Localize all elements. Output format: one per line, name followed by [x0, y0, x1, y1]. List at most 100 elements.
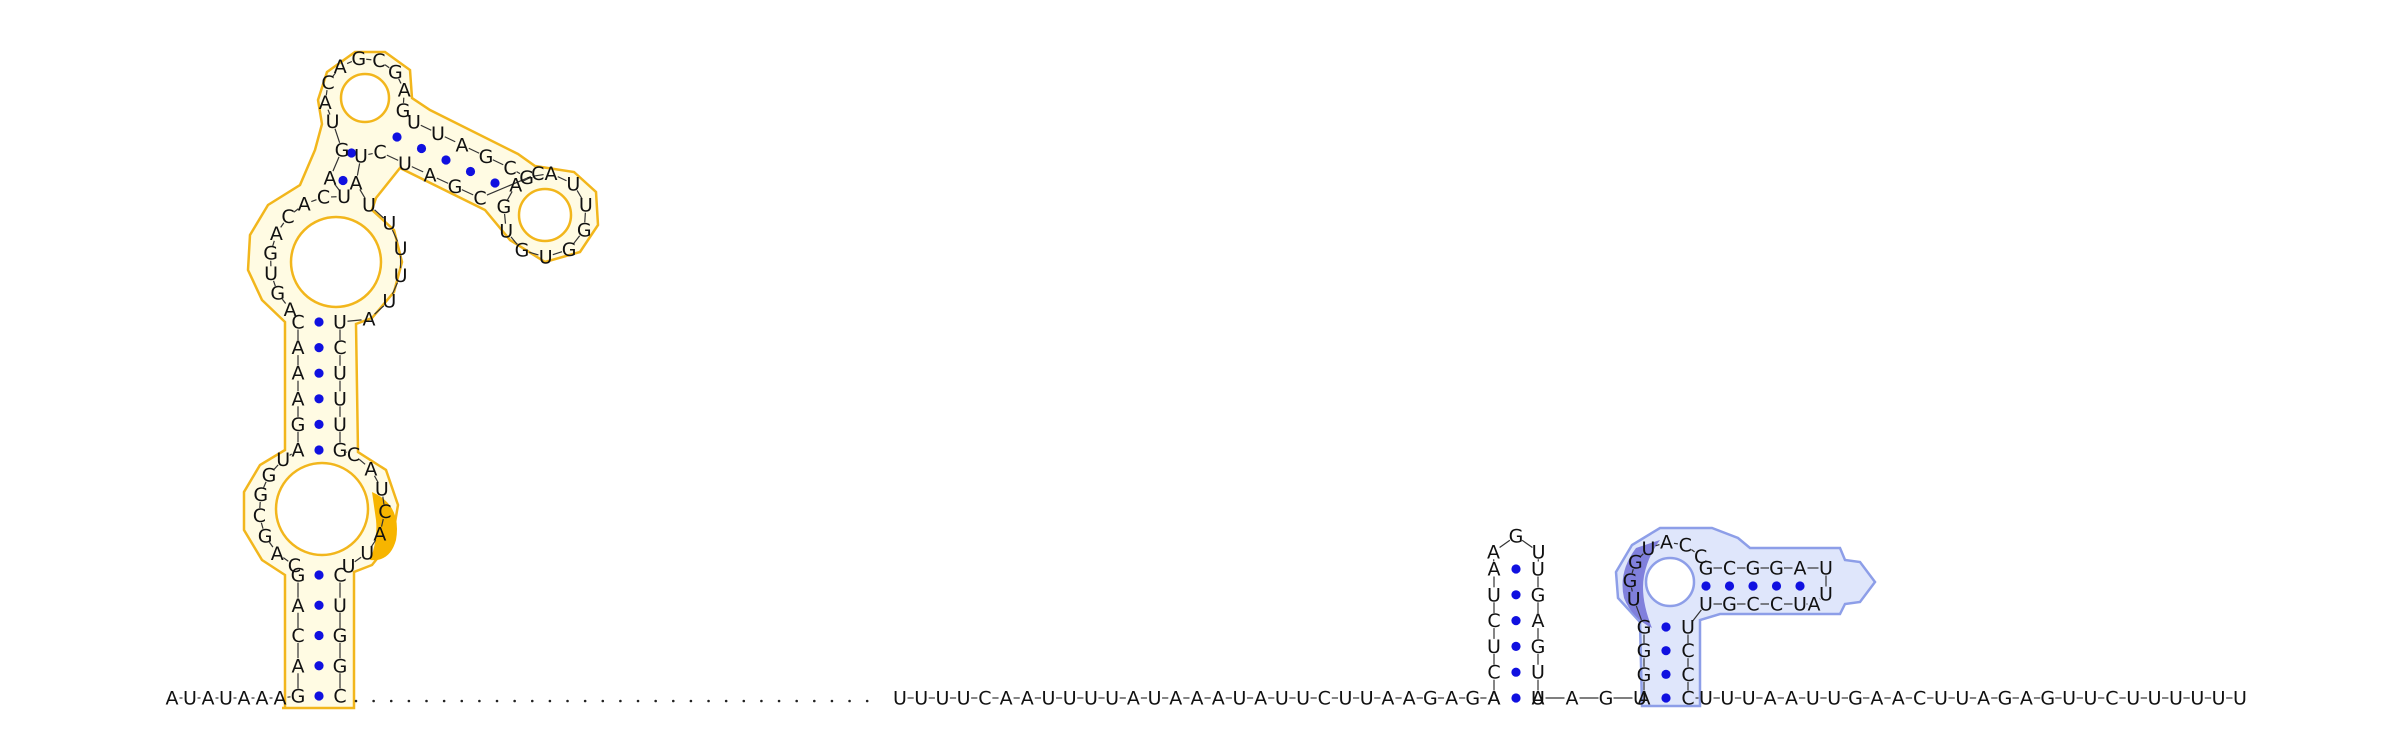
orange-domain-nucleotide: A	[292, 440, 305, 462]
blue-domain-nucleotide: U	[1720, 688, 1734, 710]
unpaired-connector-unpaired-dot	[583, 699, 587, 703]
unpaired-connector-unpaired-dot	[530, 699, 534, 703]
middle-region-nucleotide: A	[1532, 610, 1545, 632]
middle-region-nucleotide: A	[1487, 541, 1500, 563]
orange-domain-nucleotide: U	[333, 363, 347, 385]
blue-domain-nucleotide: A	[1660, 532, 1673, 554]
helix4-base-pair	[416, 143, 427, 154]
orange-domain-nucleotide: U	[382, 290, 396, 312]
blue-domain-nucleotide: U	[1681, 617, 1695, 639]
blue-domain-nucleotide: C	[1681, 688, 1694, 710]
orange-domain-nucleotide: U	[333, 388, 347, 410]
helix3-base-pair	[338, 175, 348, 186]
orange-domain-nucleotide: U	[264, 263, 278, 285]
middle-region-nucleotide: A	[1021, 688, 1034, 710]
orange-domain-nucleotide: A	[292, 655, 305, 677]
helix4-base-pair	[465, 166, 476, 177]
orange-domain-nucleotide: C	[288, 555, 301, 577]
helix1-base-pair	[314, 691, 324, 701]
helix4-base-pair	[441, 155, 451, 165]
middle-region-nucleotide: U	[1360, 688, 1374, 710]
middle-region-nucleotide: U	[1339, 688, 1353, 710]
blue-domain-nucleotide: U	[1827, 688, 1841, 710]
middle-region-nucleotide: U	[1105, 688, 1119, 710]
orange-domain-nucleotide: A	[319, 92, 332, 114]
orange-domain-nucleotide: U	[431, 123, 445, 145]
middle-region-nucleotide: A	[1381, 688, 1394, 710]
blue-domain-nucleotide: C	[1723, 558, 1736, 580]
orange-domain-nucleotide: G	[577, 219, 592, 241]
middle-region-nucleotide: G	[1465, 688, 1480, 710]
blue-domain-nucleotide: C	[1681, 640, 1694, 662]
unpaired-connector-unpaired-dot	[707, 699, 710, 703]
blue-domain-nucleotide: G	[1699, 558, 1714, 580]
orange-domain-nucleotide: C	[473, 188, 486, 210]
middle-region-nucleotide: U	[1042, 688, 1056, 710]
blue-domain-nucleotide: U	[1742, 688, 1756, 710]
orange-domain-nucleotide: U	[499, 221, 513, 243]
unpaired-connector-unpaired-dot	[795, 699, 798, 703]
orange-domain-nucleotide: A	[292, 363, 305, 385]
unpaired-connector-unpaired-dot	[689, 699, 693, 703]
orange-domain-nucleotide: C	[281, 206, 294, 228]
middle-region-nucleotide: U	[1487, 584, 1501, 606]
orange-domain-nucleotide: C	[321, 72, 334, 94]
orange-domain-nucleotide: G	[263, 243, 278, 265]
orange-domain-nucleotide: C	[372, 50, 385, 72]
pk-helix-base-pair	[1748, 581, 1758, 591]
orange-domain-nucleotide: A	[292, 595, 305, 617]
unpaired-connector-unpaired-dot	[460, 699, 464, 703]
helix1-base-pair	[314, 661, 324, 671]
blue-domain-backbone-link	[1673, 542, 1678, 545]
middle-region-nucleotide: U	[935, 688, 949, 710]
unpaired-connector-unpaired-dot	[442, 699, 446, 703]
orange-domain-nucleotide: U	[333, 312, 347, 334]
orange-domain-nucleotide: G	[253, 484, 268, 506]
middle-region-nucleotide: A	[1169, 688, 1182, 710]
blue-domain-nucleotide: U	[2084, 688, 2098, 710]
middle-region-nucleotide: U	[1275, 688, 1289, 710]
unpaired-connector-unpaired-dot	[566, 699, 569, 703]
orange-domain-nucleotide: A	[256, 688, 269, 710]
middle-region-nucleotide: G	[1599, 688, 1614, 710]
orange-loop-hole	[339, 72, 391, 124]
orange-domain-nucleotide: C	[531, 163, 544, 185]
orange-domain-nucleotide: G	[333, 440, 348, 462]
blue-domain-nucleotide: A	[1638, 688, 1651, 710]
middle-region-nucleotide: A	[1403, 688, 1416, 710]
unpaired-connector-unpaired-dot	[548, 699, 552, 703]
pk-helix-base-pair	[1724, 581, 1735, 591]
orange-domain-nucleotide: A	[274, 688, 287, 710]
orange-loop-hole	[289, 215, 383, 309]
orange-domain-nucleotide: C	[253, 505, 266, 527]
blue-domain-nucleotide: U	[1955, 688, 1969, 710]
orange-domain-nucleotide: G	[448, 176, 463, 198]
helix4-base-pair	[392, 132, 402, 142]
orange-domain-nucleotide: U	[333, 414, 347, 436]
orange-domain-nucleotide: U	[276, 449, 290, 471]
helix2-base-pair	[314, 343, 324, 353]
middle-region-nucleotide: G	[1531, 584, 1546, 606]
middle-region-nucleotide: A	[1127, 688, 1140, 710]
middle-region-nucleotide: C	[1487, 610, 1500, 632]
blue-domain-nucleotide: U	[2148, 688, 2162, 710]
helix1-base-pair	[314, 570, 324, 580]
orange-domain-nucleotide: U	[354, 146, 368, 168]
middle-region-nucleotide: C	[978, 688, 991, 710]
orange-domain-nucleotide: G	[496, 196, 511, 218]
helix1-base-pair	[314, 630, 324, 641]
orange-domain-nucleotide: U	[398, 153, 412, 175]
middle-region-nucleotide: A	[1488, 688, 1501, 710]
blue-domain-nucleotide: U	[1699, 594, 1713, 616]
pk-stem-base-pair	[1661, 693, 1671, 703]
helix2-base-pair	[314, 445, 324, 455]
blue-domain-nucleotide: G	[1637, 664, 1652, 686]
unpaired-connector-unpaired-dot	[760, 699, 763, 703]
blue-domain-nucleotide: A	[1785, 688, 1798, 710]
blue-domain-nucleotide: U	[2126, 688, 2140, 710]
blue-domain-nucleotide: C	[1681, 664, 1694, 686]
unpaired-connector-unpaired-dot	[372, 699, 375, 703]
orange-domain-nucleotide: U	[394, 238, 408, 260]
middle-region-nucleotide: A	[1566, 688, 1579, 710]
middle-region-nucleotide: G	[1423, 688, 1438, 710]
